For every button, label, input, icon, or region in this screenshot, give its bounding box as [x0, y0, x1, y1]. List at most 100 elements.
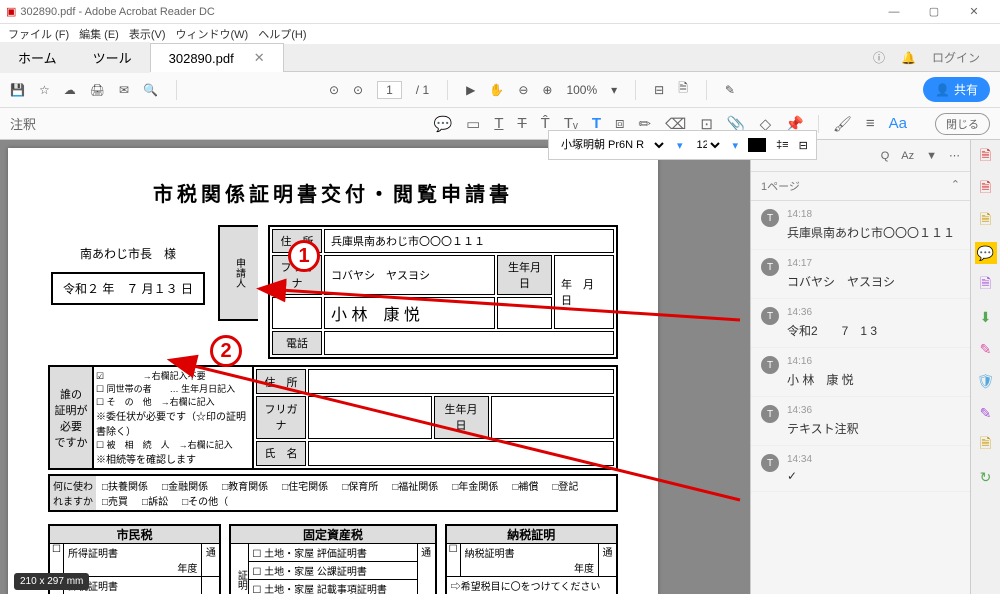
- sort-icon[interactable]: Aᴢ: [901, 150, 914, 162]
- comment-item[interactable]: T14:34✓: [751, 446, 970, 492]
- right-tool-rail: 🗎 🗎 🗎 💬 🗎 ⬇ ✎ 🛡 ✎ 🗎 ↻: [970, 140, 1000, 594]
- options-icon[interactable]: ⊟: [799, 139, 808, 152]
- comment-item[interactable]: T 14:17 コバヤシ ヤスヨシ: [751, 250, 970, 299]
- underline-icon[interactable]: T: [494, 115, 503, 132]
- share-button[interactable]: 👤共有: [923, 77, 990, 102]
- tab-home[interactable]: ホーム: [0, 42, 75, 73]
- rt-edit-icon[interactable]: 🗎: [975, 210, 997, 232]
- rt-compress-icon[interactable]: ⬇: [975, 306, 997, 328]
- comment-pane: Q Aᴢ ▼ ⋯ 1ページ⌃ T14:18兵庫県南あわじ市〇〇〇１１１T14:1…: [750, 140, 970, 594]
- menu-file[interactable]: ファイル (F): [8, 26, 69, 42]
- main-toolbar: 💾 ☆ ☁ 🖨 ✉ 🔍 ⊙ ⊙ 1 / 1 ▶ ✋ ⊖ ⊕ 100%▾ ⊟ 🗎 …: [0, 72, 1000, 108]
- comment-icon: T: [761, 258, 779, 276]
- comment-time: 14:16: [787, 356, 960, 367]
- zoom-level[interactable]: 100%: [566, 83, 597, 97]
- minimize-button[interactable]: —: [874, 6, 914, 18]
- menubar: ファイル (F) 編集 (E) 表示(V) ウィンドウ(W) ヘルプ(H): [0, 24, 1000, 44]
- comment-icon: T: [761, 356, 779, 374]
- sign-icon[interactable]: ✎: [725, 83, 735, 97]
- rt-organize-icon[interactable]: 🗎: [975, 274, 997, 296]
- tabbar: ホーム ツール 302890.pdf ✕ ⓘ 🔔 ログイン: [0, 44, 1000, 72]
- subject-table: 住 所 フリガナ生年月日 氏 名: [254, 365, 618, 470]
- save-icon[interactable]: 💾: [10, 83, 25, 97]
- who-label: 誰の 証明が 必要 ですか: [48, 365, 94, 470]
- page-total: / 1: [416, 83, 429, 97]
- pointer-icon[interactable]: ▶: [466, 83, 475, 97]
- menu-edit[interactable]: 編集 (E): [79, 26, 119, 42]
- collapse-icon[interactable]: ⌃: [951, 178, 960, 194]
- comment-item[interactable]: T14:36テキスト注釈: [751, 397, 970, 446]
- rt-create-icon[interactable]: 🗎: [975, 178, 997, 200]
- more-icon[interactable]: ⋯: [949, 149, 960, 162]
- mayor-text: 南あわじ市長 様: [48, 245, 208, 262]
- comment-item[interactable]: T14:18兵庫県南あわじ市〇〇〇１１１: [751, 201, 970, 250]
- brush-icon[interactable]: 🖌: [833, 115, 852, 133]
- app-icon: ▣: [6, 5, 16, 18]
- annotation-badge-1: 1: [288, 240, 320, 272]
- comment-text: 小 林 康 悦: [787, 371, 960, 388]
- mail-icon[interactable]: ✉: [119, 83, 129, 97]
- rt-redact-icon[interactable]: ✎: [975, 338, 997, 360]
- tab-close-icon[interactable]: ✕: [254, 50, 265, 66]
- close-panel-button[interactable]: 閉じる: [935, 113, 990, 135]
- form-title: 市税関係証明書交付・閲覧申請書: [48, 178, 618, 207]
- page-down-icon[interactable]: ⊙: [353, 83, 363, 97]
- color-swatch[interactable]: [748, 138, 766, 152]
- rt-protect-icon[interactable]: 🛡: [975, 370, 997, 392]
- comment-icon: T: [761, 209, 779, 227]
- filter-icon[interactable]: ▼: [926, 150, 937, 162]
- comment-time: 14:36: [787, 307, 960, 318]
- print-icon[interactable]: 🖨: [90, 83, 105, 97]
- titlebar: ▣ 302890.pdf - Adobe Acrobat Reader DC —…: [0, 0, 1000, 24]
- comment-label: 注釈: [10, 114, 36, 133]
- menu-view[interactable]: 表示(V): [129, 26, 166, 42]
- comment-toolbar: 注釈 💬 ▭ T T T̂ Tᵥ T ⧈ ✏ ⌫ ⊡ 📎 ◇ 📌 🖌 ≡ Aa …: [0, 108, 1000, 140]
- menu-window[interactable]: ウィンドウ(W): [176, 26, 249, 42]
- maximize-button[interactable]: ▢: [914, 5, 954, 18]
- note-icon[interactable]: 💬: [433, 115, 452, 133]
- font-toolbar: 小塚明朝 Pr6N R▾ 12▾ ‡≡ ⊟: [548, 130, 817, 160]
- cloud-icon[interactable]: ☁: [64, 83, 76, 97]
- page-icon[interactable]: 🗎: [678, 79, 688, 100]
- comment-item[interactable]: T 14:36 令和2 7 1 3: [751, 299, 970, 348]
- linespacing-icon[interactable]: ‡≡: [776, 139, 789, 151]
- page-number[interactable]: 1: [377, 81, 402, 99]
- bell-icon[interactable]: 🔔: [901, 51, 916, 65]
- comment-text: 令和2 7 1 3: [787, 322, 960, 339]
- rt-more-icon[interactable]: 🗎: [975, 434, 997, 456]
- highlight-icon[interactable]: ▭: [466, 115, 480, 133]
- zoomout-icon[interactable]: ⊖: [518, 83, 528, 97]
- rt-convert-icon[interactable]: ↻: [975, 466, 997, 488]
- comment-time: 14:17: [787, 258, 960, 269]
- rt-export-icon[interactable]: 🗎: [975, 146, 997, 168]
- lines-icon[interactable]: ≡: [866, 115, 875, 132]
- rt-comment-icon[interactable]: 💬: [975, 242, 997, 264]
- menu-help[interactable]: ヘルプ(H): [258, 26, 306, 42]
- comment-time: 14:18: [787, 209, 960, 220]
- comment-text: コバヤシ ヤスヨシ: [787, 273, 960, 290]
- aa-icon[interactable]: Aa: [889, 115, 907, 132]
- comment-item[interactable]: T 14:16 小 林 康 悦: [751, 348, 970, 397]
- search-comments-icon[interactable]: Q: [881, 150, 890, 162]
- strikethrough-icon[interactable]: T: [517, 115, 526, 132]
- font-select[interactable]: 小塚明朝 Pr6N R: [557, 138, 667, 152]
- fontsize-select[interactable]: 12: [693, 138, 723, 152]
- comment-text: テキスト注釈: [787, 420, 960, 437]
- document-view[interactable]: 市税関係証明書交付・閲覧申請書 南あわじ市長 様 令和２ 年 ７ 月１３ 日 申…: [0, 140, 750, 594]
- comment-time: 14:36: [787, 405, 960, 416]
- search-icon[interactable]: 🔍: [143, 83, 158, 97]
- annotation-badge-2: 2: [210, 335, 242, 367]
- comment-text: ✓: [787, 469, 960, 483]
- help-icon[interactable]: ⓘ: [873, 49, 885, 66]
- star-icon[interactable]: ☆: [39, 83, 50, 97]
- login-button[interactable]: ログイン: [932, 49, 980, 66]
- fit-icon[interactable]: ⊟: [654, 83, 664, 97]
- comment-icon: T: [761, 307, 779, 325]
- page-up-icon[interactable]: ⊙: [329, 83, 339, 97]
- rt-fill-icon[interactable]: ✎: [975, 402, 997, 424]
- hand-icon[interactable]: ✋: [489, 83, 504, 97]
- tab-tool[interactable]: ツール: [75, 42, 150, 73]
- zoomin-icon[interactable]: ⊕: [542, 83, 552, 97]
- close-button[interactable]: ✕: [954, 5, 994, 18]
- tab-document[interactable]: 302890.pdf ✕: [150, 43, 284, 72]
